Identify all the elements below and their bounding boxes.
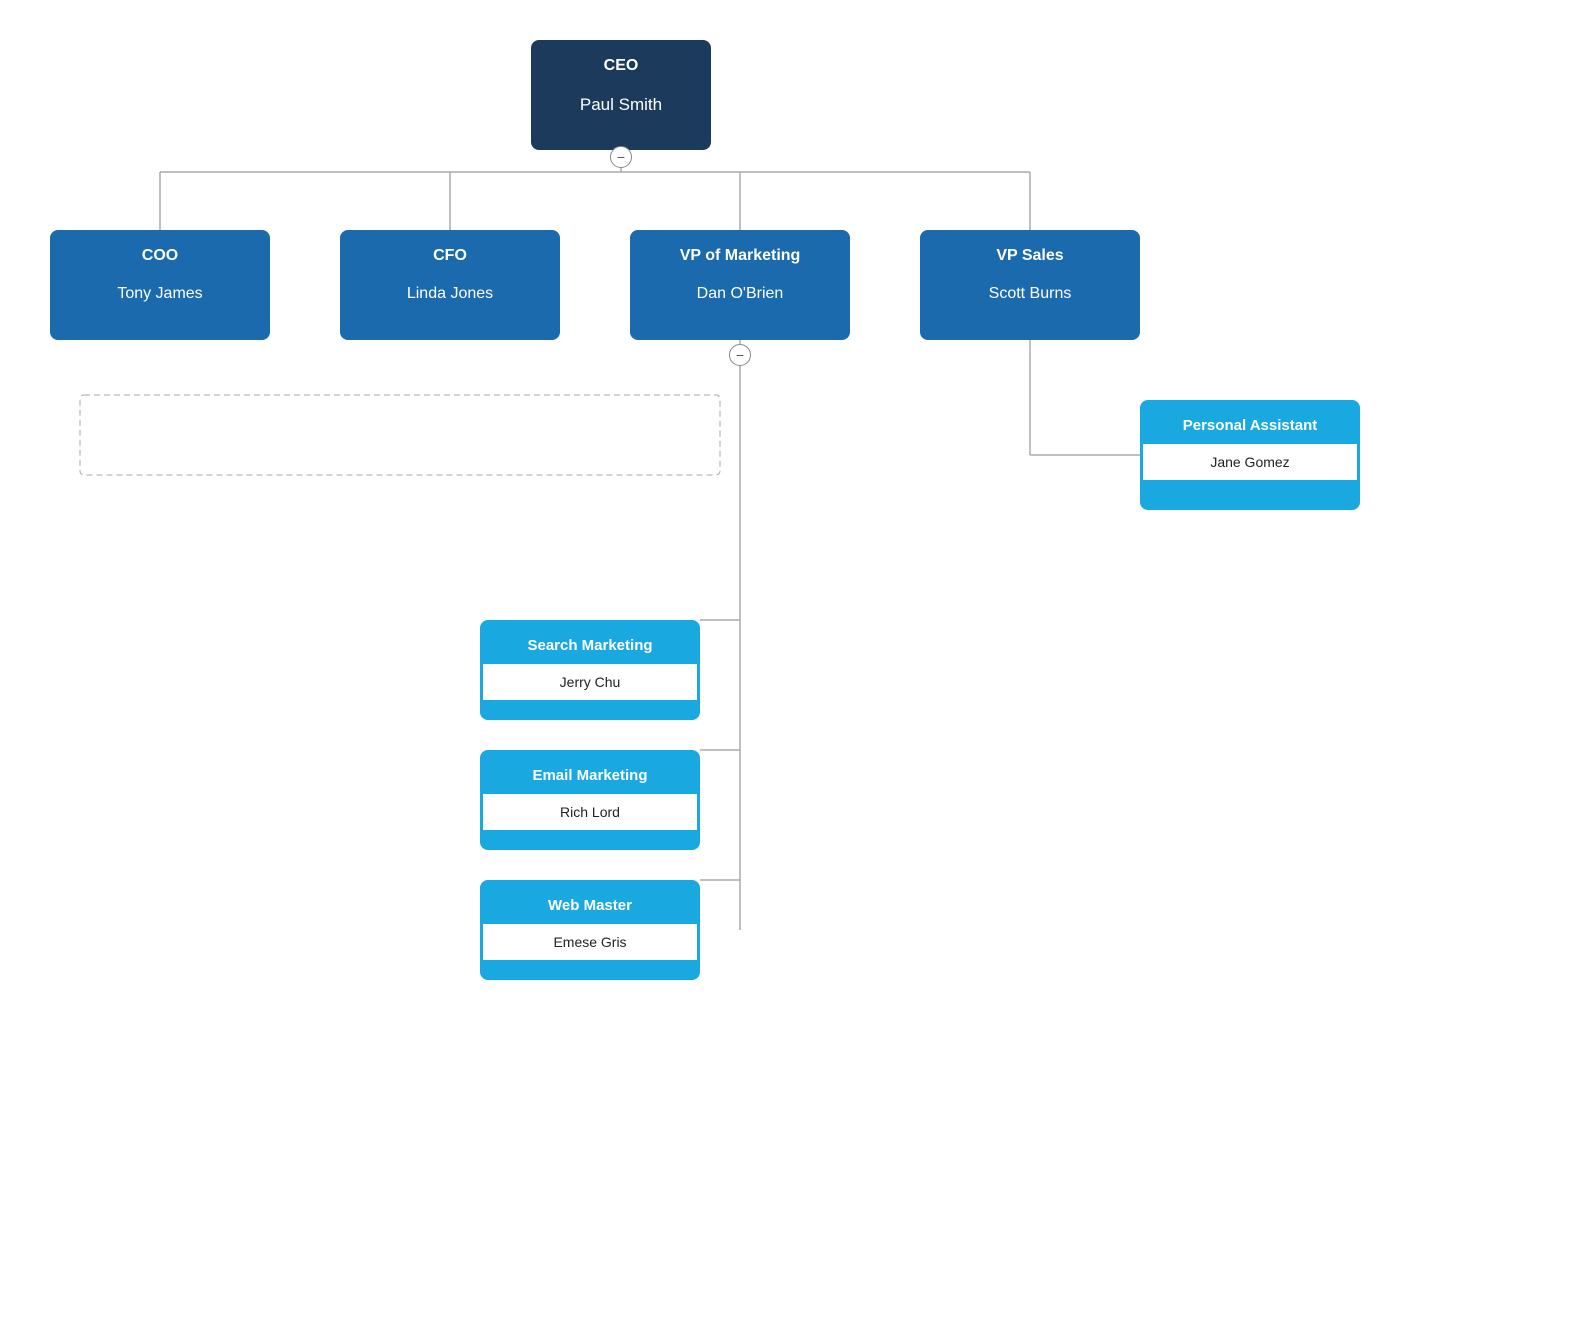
vp-sales-name: Scott Burns [923,275,1137,313]
vp-sales-node[interactable]: VP Sales Scott Burns [920,230,1140,340]
coo-name: Tony James [53,275,267,313]
vp-sales-title: VP Sales [923,233,1137,275]
connectors-svg [0,0,1584,1320]
web-master-node[interactable]: Web Master Emese Gris [480,880,700,980]
vp-marketing-node[interactable]: VP of Marketing Dan O'Brien [630,230,850,340]
email-marketing-title: Email Marketing [483,753,697,794]
web-master-title: Web Master [483,883,697,924]
coo-title: COO [53,233,267,275]
vp-marketing-title: VP of Marketing [633,233,847,275]
collapse-ceo-button[interactable]: − [610,146,632,168]
cfo-name: Linda Jones [343,275,557,313]
ceo-name: Paul Smith [534,85,708,125]
personal-assistant-name: Jane Gomez [1143,444,1357,480]
vp-marketing-name: Dan O'Brien [633,275,847,313]
org-chart: CEO Paul Smith − COO Tony James CFO Lind… [0,0,1584,1320]
collapse-vp-marketing-button[interactable]: − [729,344,751,366]
personal-assistant-node[interactable]: Personal Assistant Jane Gomez [1140,400,1360,510]
cfo-node[interactable]: CFO Linda Jones [340,230,560,340]
search-marketing-name: Jerry Chu [483,664,697,700]
search-marketing-node[interactable]: Search Marketing Jerry Chu [480,620,700,720]
web-master-name: Emese Gris [483,924,697,960]
ceo-node[interactable]: CEO Paul Smith [531,40,711,150]
email-marketing-node[interactable]: Email Marketing Rich Lord [480,750,700,850]
search-marketing-title: Search Marketing [483,623,697,664]
email-marketing-name: Rich Lord [483,794,697,830]
coo-node[interactable]: COO Tony James [50,230,270,340]
personal-assistant-title: Personal Assistant [1143,403,1357,444]
cfo-title: CFO [343,233,557,275]
ceo-title: CEO [534,43,708,85]
